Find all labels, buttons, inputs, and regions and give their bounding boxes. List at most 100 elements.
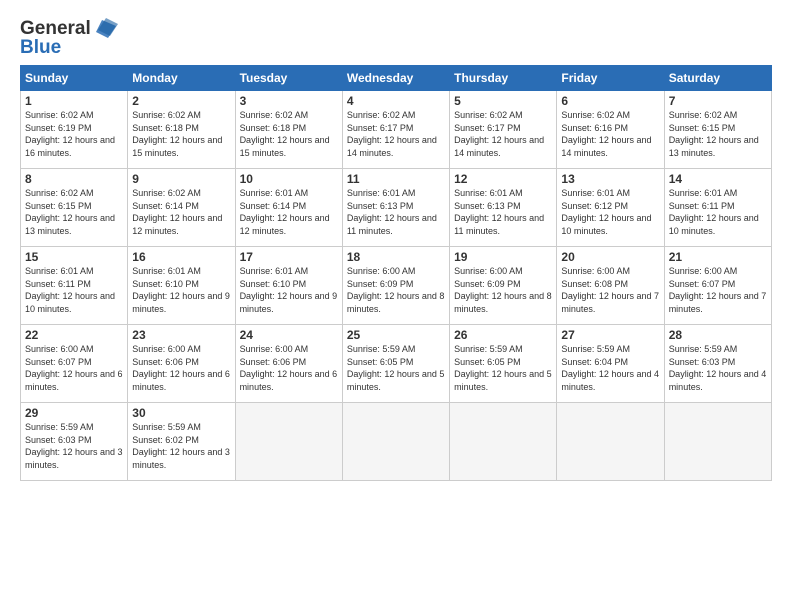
day-number: 18 [347,250,445,264]
col-header-wednesday: Wednesday [342,66,449,91]
col-header-monday: Monday [128,66,235,91]
day-number: 16 [132,250,230,264]
day-number: 15 [25,250,123,264]
day-number: 22 [25,328,123,342]
cell-info: Sunrise: 6:00 AMSunset: 6:06 PMDaylight:… [132,344,230,392]
cell-info: Sunrise: 5:59 AMSunset: 6:03 PMDaylight:… [25,422,123,470]
calendar-cell: 5 Sunrise: 6:02 AMSunset: 6:17 PMDayligh… [450,91,557,169]
day-number: 5 [454,94,552,108]
day-number: 4 [347,94,445,108]
day-number: 6 [561,94,659,108]
cell-info: Sunrise: 6:00 AMSunset: 6:07 PMDaylight:… [669,266,767,314]
cell-info: Sunrise: 6:01 AMSunset: 6:13 PMDaylight:… [454,188,544,236]
calendar-cell: 11 Sunrise: 6:01 AMSunset: 6:13 PMDaylig… [342,169,449,247]
calendar-cell: 26 Sunrise: 5:59 AMSunset: 6:05 PMDaylig… [450,325,557,403]
cell-info: Sunrise: 6:02 AMSunset: 6:15 PMDaylight:… [25,188,115,236]
col-header-sunday: Sunday [21,66,128,91]
day-number: 26 [454,328,552,342]
cell-info: Sunrise: 6:02 AMSunset: 6:14 PMDaylight:… [132,188,222,236]
calendar-cell: 17 Sunrise: 6:01 AMSunset: 6:10 PMDaylig… [235,247,342,325]
day-number: 21 [669,250,767,264]
calendar-cell: 23 Sunrise: 6:00 AMSunset: 6:06 PMDaylig… [128,325,235,403]
cell-info: Sunrise: 6:00 AMSunset: 6:08 PMDaylight:… [561,266,659,314]
cell-info: Sunrise: 5:59 AMSunset: 6:05 PMDaylight:… [347,344,445,392]
day-number: 27 [561,328,659,342]
calendar-cell: 3 Sunrise: 6:02 AMSunset: 6:18 PMDayligh… [235,91,342,169]
day-number: 3 [240,94,338,108]
cell-info: Sunrise: 5:59 AMSunset: 6:04 PMDaylight:… [561,344,659,392]
calendar-cell: 4 Sunrise: 6:02 AMSunset: 6:17 PMDayligh… [342,91,449,169]
cell-info: Sunrise: 6:00 AMSunset: 6:09 PMDaylight:… [347,266,445,314]
header: General Blue [20,18,772,59]
day-number: 29 [25,406,123,420]
cell-info: Sunrise: 6:01 AMSunset: 6:13 PMDaylight:… [347,188,437,236]
day-number: 10 [240,172,338,186]
calendar-cell: 27 Sunrise: 5:59 AMSunset: 6:04 PMDaylig… [557,325,664,403]
col-header-tuesday: Tuesday [235,66,342,91]
day-number: 20 [561,250,659,264]
cell-info: Sunrise: 6:02 AMSunset: 6:17 PMDaylight:… [454,110,544,158]
calendar-cell: 13 Sunrise: 6:01 AMSunset: 6:12 PMDaylig… [557,169,664,247]
day-number: 11 [347,172,445,186]
cell-info: Sunrise: 6:02 AMSunset: 6:15 PMDaylight:… [669,110,759,158]
cell-info: Sunrise: 5:59 AMSunset: 6:05 PMDaylight:… [454,344,552,392]
day-number: 1 [25,94,123,108]
cell-info: Sunrise: 6:01 AMSunset: 6:10 PMDaylight:… [132,266,230,314]
calendar-cell: 8 Sunrise: 6:02 AMSunset: 6:15 PMDayligh… [21,169,128,247]
calendar-cell: 6 Sunrise: 6:02 AMSunset: 6:16 PMDayligh… [557,91,664,169]
day-number: 30 [132,406,230,420]
calendar-cell: 10 Sunrise: 6:01 AMSunset: 6:14 PMDaylig… [235,169,342,247]
logo: General Blue [20,18,118,59]
logo-blue: Blue [20,37,118,59]
calendar-cell [664,403,771,481]
calendar-cell: 29 Sunrise: 5:59 AMSunset: 6:03 PMDaylig… [21,403,128,481]
calendar-cell: 2 Sunrise: 6:02 AMSunset: 6:18 PMDayligh… [128,91,235,169]
day-number: 14 [669,172,767,186]
day-number: 2 [132,94,230,108]
cell-info: Sunrise: 6:02 AMSunset: 6:18 PMDaylight:… [240,110,330,158]
calendar-cell: 20 Sunrise: 6:00 AMSunset: 6:08 PMDaylig… [557,247,664,325]
day-number: 28 [669,328,767,342]
day-number: 12 [454,172,552,186]
calendar-cell: 28 Sunrise: 5:59 AMSunset: 6:03 PMDaylig… [664,325,771,403]
calendar-cell: 25 Sunrise: 5:59 AMSunset: 6:05 PMDaylig… [342,325,449,403]
cell-info: Sunrise: 5:59 AMSunset: 6:02 PMDaylight:… [132,422,230,470]
day-number: 13 [561,172,659,186]
day-number: 7 [669,94,767,108]
calendar-cell: 21 Sunrise: 6:00 AMSunset: 6:07 PMDaylig… [664,247,771,325]
calendar-cell: 30 Sunrise: 5:59 AMSunset: 6:02 PMDaylig… [128,403,235,481]
calendar-cell: 22 Sunrise: 6:00 AMSunset: 6:07 PMDaylig… [21,325,128,403]
day-number: 9 [132,172,230,186]
day-number: 25 [347,328,445,342]
day-number: 8 [25,172,123,186]
calendar-table: SundayMondayTuesdayWednesdayThursdayFrid… [20,65,772,481]
calendar-cell [235,403,342,481]
calendar-cell: 9 Sunrise: 6:02 AMSunset: 6:14 PMDayligh… [128,169,235,247]
cell-info: Sunrise: 6:01 AMSunset: 6:11 PMDaylight:… [669,188,759,236]
cell-info: Sunrise: 6:01 AMSunset: 6:11 PMDaylight:… [25,266,115,314]
calendar-page: General Blue SundayMondayTuesdayWednesda… [0,0,792,612]
cell-info: Sunrise: 6:02 AMSunset: 6:19 PMDaylight:… [25,110,115,158]
calendar-cell: 12 Sunrise: 6:01 AMSunset: 6:13 PMDaylig… [450,169,557,247]
calendar-cell: 16 Sunrise: 6:01 AMSunset: 6:10 PMDaylig… [128,247,235,325]
calendar-cell: 18 Sunrise: 6:00 AMSunset: 6:09 PMDaylig… [342,247,449,325]
cell-info: Sunrise: 6:00 AMSunset: 6:09 PMDaylight:… [454,266,552,314]
cell-info: Sunrise: 6:02 AMSunset: 6:17 PMDaylight:… [347,110,437,158]
calendar-cell: 24 Sunrise: 6:00 AMSunset: 6:06 PMDaylig… [235,325,342,403]
calendar-cell [557,403,664,481]
calendar-cell: 14 Sunrise: 6:01 AMSunset: 6:11 PMDaylig… [664,169,771,247]
cell-info: Sunrise: 6:02 AMSunset: 6:16 PMDaylight:… [561,110,651,158]
calendar-cell [342,403,449,481]
calendar-cell: 1 Sunrise: 6:02 AMSunset: 6:19 PMDayligh… [21,91,128,169]
cell-info: Sunrise: 6:00 AMSunset: 6:06 PMDaylight:… [240,344,338,392]
cell-info: Sunrise: 6:01 AMSunset: 6:14 PMDaylight:… [240,188,330,236]
cell-info: Sunrise: 6:02 AMSunset: 6:18 PMDaylight:… [132,110,222,158]
day-number: 24 [240,328,338,342]
cell-info: Sunrise: 6:01 AMSunset: 6:10 PMDaylight:… [240,266,338,314]
day-number: 17 [240,250,338,264]
col-header-saturday: Saturday [664,66,771,91]
cell-info: Sunrise: 6:00 AMSunset: 6:07 PMDaylight:… [25,344,123,392]
day-number: 23 [132,328,230,342]
col-header-thursday: Thursday [450,66,557,91]
calendar-cell: 19 Sunrise: 6:00 AMSunset: 6:09 PMDaylig… [450,247,557,325]
